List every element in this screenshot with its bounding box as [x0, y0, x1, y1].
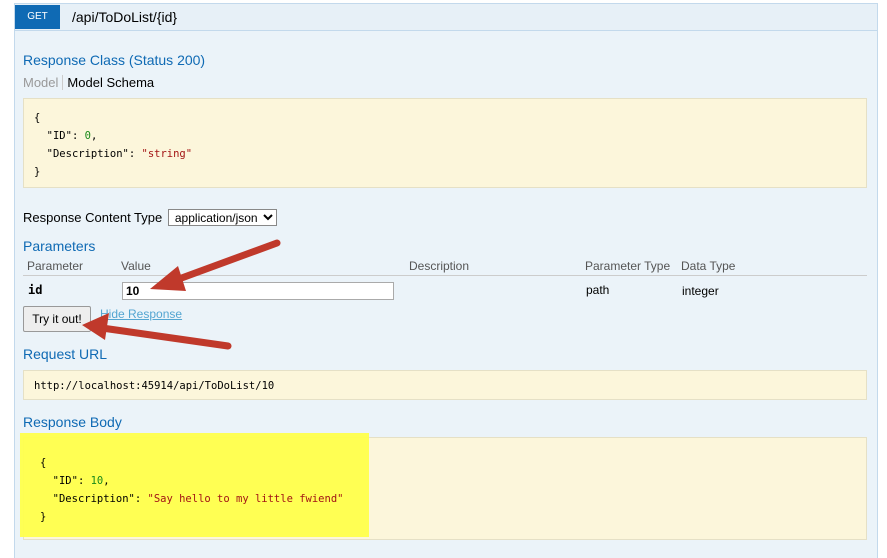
arrow-to-value-input-icon: [150, 239, 281, 291]
arrow-to-try-button-icon: [82, 313, 232, 350]
annotation-arrows: [82, 239, 281, 350]
